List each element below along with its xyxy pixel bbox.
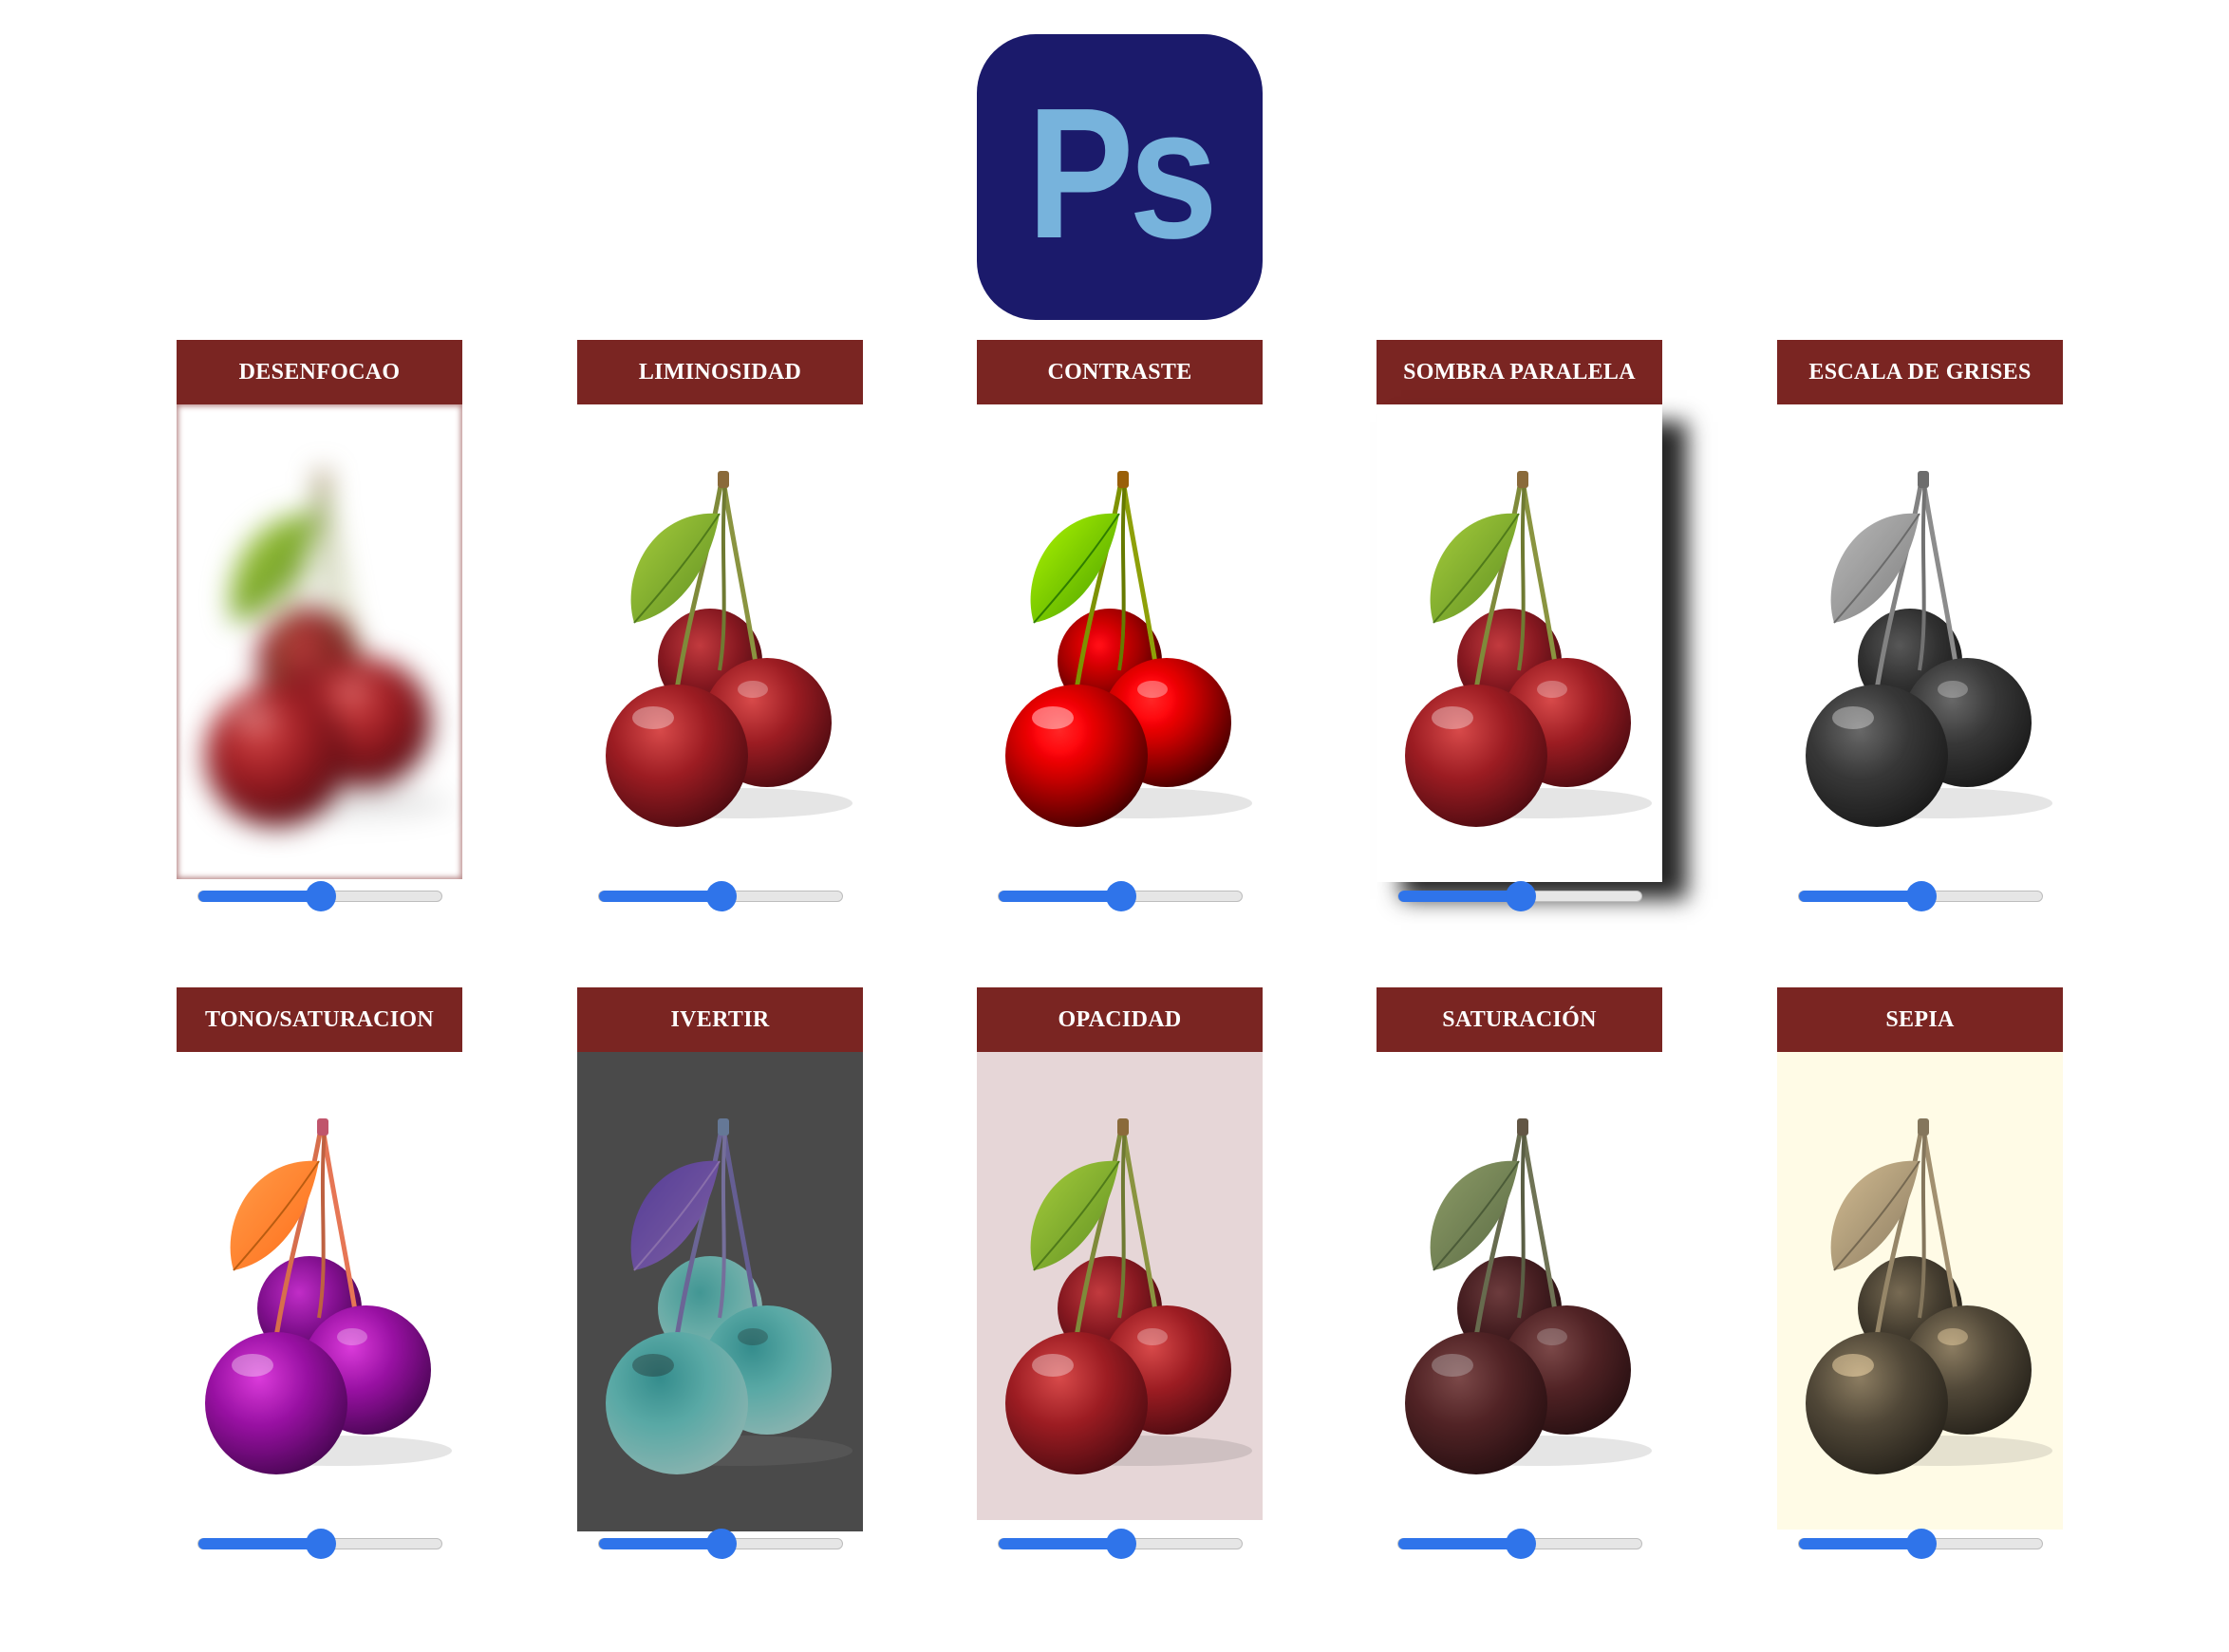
cherry-image xyxy=(977,404,1263,879)
cherry-image xyxy=(1377,404,1662,882)
card-title: IVERTIR xyxy=(577,987,863,1052)
card-desenfoque: DESENFOCAO xyxy=(177,340,462,911)
card-opacidad: OPACIDAD xyxy=(977,987,1263,1559)
card-sepia: SEPIA xyxy=(1777,987,2063,1559)
blur-slider[interactable] xyxy=(197,881,442,911)
cherry-image xyxy=(1777,404,2063,879)
slider-fill xyxy=(1799,1538,1921,1549)
logo-text: Ps xyxy=(1026,68,1218,277)
card-saturacion: SATURACIÓN xyxy=(1377,987,1662,1559)
slider-thumb[interactable] xyxy=(1106,881,1136,911)
grayscale-slider[interactable] xyxy=(1798,881,2043,911)
slider-thumb[interactable] xyxy=(1906,881,1937,911)
cherry-image xyxy=(177,1052,462,1527)
card-title: SOMBRA PARALELA xyxy=(1377,340,1662,404)
slider-fill xyxy=(198,1538,321,1549)
card-luminosidad: LIMINOSIDAD xyxy=(577,340,863,911)
cherry-image xyxy=(177,404,462,879)
slider-thumb[interactable] xyxy=(1906,1529,1937,1559)
slider-thumb[interactable] xyxy=(706,1529,737,1559)
contrast-slider[interactable] xyxy=(998,881,1243,911)
hue-slider[interactable] xyxy=(197,1529,442,1559)
slider-thumb[interactable] xyxy=(706,881,737,911)
card-title: SEPIA xyxy=(1777,987,2063,1052)
card-sombra-paralela: SOMBRA PARALELA xyxy=(1377,340,1662,911)
card-title: SATURACIÓN xyxy=(1377,987,1662,1052)
card-tono-saturacion: TONO/SATURACION xyxy=(177,987,462,1559)
slider-thumb[interactable] xyxy=(306,881,336,911)
saturation-slider[interactable] xyxy=(1397,1529,1642,1559)
card-title: CONTRASTE xyxy=(977,340,1263,404)
slider-thumb[interactable] xyxy=(1506,881,1536,911)
slider-fill xyxy=(1398,1538,1521,1549)
card-title: DESENFOCAO xyxy=(177,340,462,404)
card-title: LIMINOSIDAD xyxy=(577,340,863,404)
slider-fill xyxy=(198,891,321,902)
cherry-image xyxy=(1377,1052,1662,1527)
cherry-image xyxy=(577,1052,863,1531)
slider-fill xyxy=(999,891,1121,902)
card-title: OPACIDAD xyxy=(977,987,1263,1052)
photoshop-logo: Ps xyxy=(977,34,1263,320)
card-invertir: IVERTIR xyxy=(577,987,863,1559)
shadow-slider[interactable] xyxy=(1397,881,1642,911)
cherry-image xyxy=(977,1052,1263,1520)
slider-fill xyxy=(1799,891,1921,902)
sepia-slider[interactable] xyxy=(1798,1529,2043,1559)
slider-thumb[interactable] xyxy=(1106,1529,1136,1559)
card-contraste: CONTRASTE xyxy=(977,340,1263,911)
slider-fill xyxy=(599,891,721,902)
cherry-image xyxy=(577,404,863,879)
slider-fill xyxy=(999,1538,1121,1549)
opacity-slider[interactable] xyxy=(998,1529,1243,1559)
brightness-slider[interactable] xyxy=(598,881,843,911)
card-escala-de-grises: ESCALA DE GRISES xyxy=(1777,340,2063,911)
card-title: ESCALA DE GRISES xyxy=(1777,340,2063,404)
slider-fill xyxy=(599,1538,721,1549)
slider-fill xyxy=(1398,891,1521,902)
slider-thumb[interactable] xyxy=(306,1529,336,1559)
slider-thumb[interactable] xyxy=(1506,1529,1536,1559)
card-title: TONO/SATURACION xyxy=(177,987,462,1052)
invert-slider[interactable] xyxy=(598,1529,843,1559)
cherry-image xyxy=(1777,1052,2063,1530)
